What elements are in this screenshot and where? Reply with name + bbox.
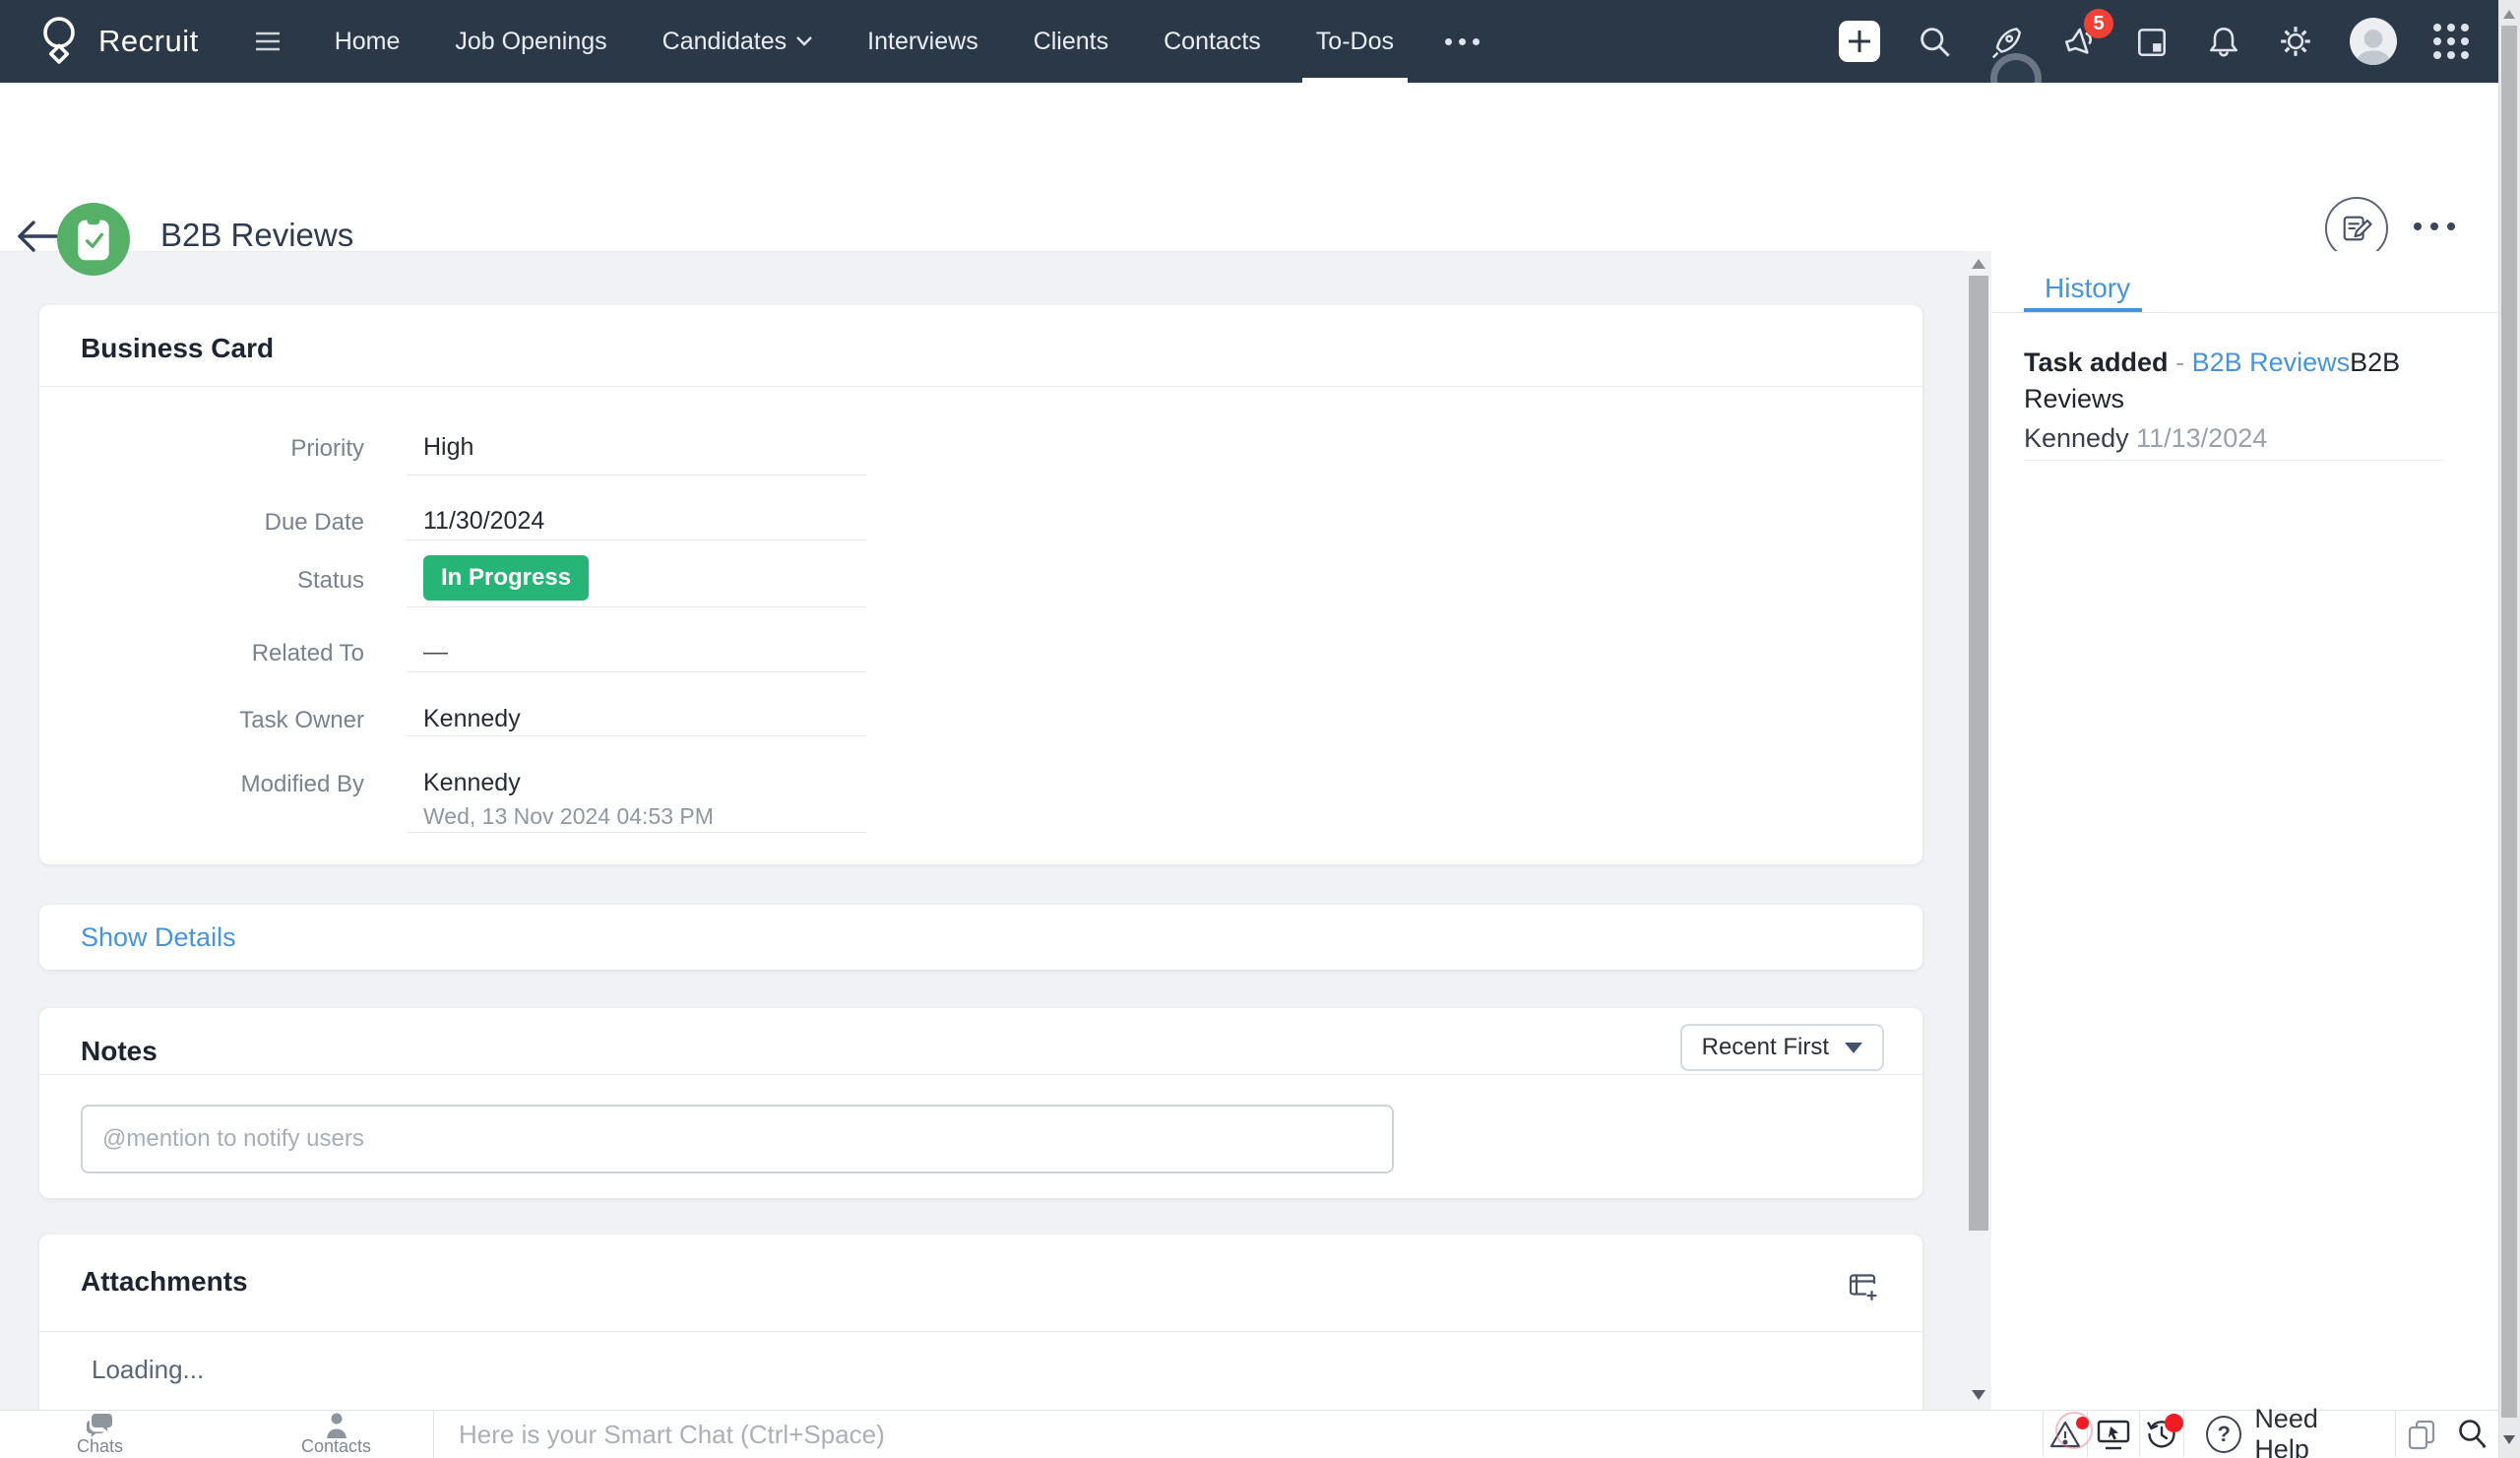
nav-item-todos[interactable]: To-Dos — [1289, 0, 1421, 83]
section-title: Notes — [81, 1036, 158, 1066]
page-scrollbar-thumb[interactable] — [2501, 26, 2517, 1418]
page-scroll-down-arrow[interactable] — [2503, 1435, 2515, 1444]
record-more-actions-icon[interactable] — [2414, 222, 2455, 230]
status-badge[interactable]: In Progress — [423, 555, 590, 601]
page-scroll-up-arrow[interactable] — [2503, 10, 2515, 19]
tab-history[interactable]: History — [2045, 273, 2130, 304]
smart-chat-bar: Chats Contacts Here is your Smart Chat (… — [0, 1404, 2498, 1458]
chevron-down-icon — [1845, 1042, 1862, 1053]
screen-share-icon[interactable] — [2088, 1411, 2139, 1457]
field-value-modified-by[interactable]: Kennedy — [423, 769, 521, 797]
field-value-priority[interactable]: High — [423, 433, 473, 462]
nav-item-candidates[interactable]: Candidates — [635, 0, 840, 83]
sort-selected-value: Recent First — [1701, 1034, 1829, 1060]
main-menu: Home Job Openings Candidates Interviews … — [307, 0, 1503, 83]
smart-chat-input[interactable] — [457, 1411, 1996, 1458]
history-date: 11/13/2024 — [2136, 423, 2268, 453]
copy-pages-icon[interactable] — [2396, 1411, 2447, 1457]
notification-count-badge: 5 — [2084, 9, 2113, 38]
apps-grid-icon[interactable] — [2433, 24, 2469, 59]
attach-file-icon[interactable] — [1847, 1270, 1878, 1301]
contact-person-icon — [325, 1413, 348, 1438]
question-mark-icon: ? — [2206, 1415, 2242, 1453]
user-avatar[interactable] — [2350, 18, 2397, 65]
scroll-up-arrow[interactable] — [1972, 259, 1985, 269]
section-title: Attachments — [81, 1266, 248, 1297]
history-entry: Task added - B2B ReviewsB2B Reviews Kenn… — [2024, 348, 2401, 453]
attachments-loading-status: Loading... — [92, 1355, 205, 1384]
zoom-search-icon[interactable] — [2447, 1411, 2498, 1457]
bell-icon[interactable] — [2206, 24, 2241, 59]
history-action: Task added — [2024, 348, 2169, 377]
need-help-button[interactable]: ? Need Help — [2184, 1404, 2394, 1458]
nav-item-contacts[interactable]: Contacts — [1136, 0, 1289, 83]
bottombar-divider — [433, 1411, 434, 1458]
history-red-dot — [2165, 1414, 2184, 1432]
field-label-priority: Priority — [290, 435, 364, 462]
field-label-status: Status — [296, 567, 364, 594]
note-mention-input[interactable] — [81, 1105, 1394, 1173]
notes-sort-dropdown[interactable]: Recent First — [1679, 1024, 1884, 1071]
record-detail-scroll-area: Business Card Priority High Due Date 11/… — [0, 251, 1965, 1410]
chevron-down-icon — [796, 36, 813, 46]
section-title: Business Card — [81, 333, 275, 363]
rocket-icon[interactable] — [1988, 24, 2024, 59]
notes-section: Notes Recent First — [39, 1008, 1922, 1198]
zoho-recruit-todo-detail: Recruit Home Job Openings Candidates Int… — [0, 0, 2520, 1458]
search-icon[interactable] — [1917, 24, 1952, 59]
contacts-button[interactable]: Contacts — [301, 1413, 371, 1457]
nav-item-home[interactable]: Home — [307, 0, 428, 83]
hamburger-menu-icon[interactable] — [254, 31, 282, 52]
attachments-section: Attachments Loading... — [39, 1235, 1922, 1410]
recent-history-icon[interactable] — [2140, 1411, 2184, 1457]
record-header: B2B Reviews — [0, 83, 2498, 276]
content-scrollbar-thumb[interactable] — [1969, 276, 1988, 1231]
navbar-actions: 5 — [1839, 9, 2469, 65]
page-title: B2B Reviews — [160, 217, 354, 253]
scroll-down-arrow[interactable] — [1972, 1390, 1985, 1400]
history-record-link[interactable]: B2B Reviews — [2192, 348, 2351, 377]
show-details-section: Show Details — [39, 905, 1922, 970]
alerts-icon[interactable] — [2044, 1411, 2093, 1457]
field-label-task-owner: Task Owner — [239, 707, 364, 733]
nav-item-interviews[interactable]: Interviews — [840, 0, 1006, 83]
business-card-section: Business Card Priority High Due Date 11/… — [39, 305, 1922, 864]
history-panel: History Task added - B2B ReviewsB2B Revi… — [1991, 251, 2498, 1410]
settings-gear-icon[interactable] — [2278, 24, 2313, 59]
chat-bubbles-icon — [86, 1413, 115, 1438]
history-user: Kennedy — [2024, 423, 2129, 453]
field-value-task-owner[interactable]: Kennedy — [423, 705, 521, 733]
field-value-related-to[interactable]: — — [423, 638, 448, 666]
nav-item-job-openings[interactable]: Job Openings — [427, 0, 634, 83]
calendar-icon[interactable] — [2134, 24, 2170, 59]
chats-button[interactable]: Chats — [77, 1413, 123, 1457]
quick-add-button[interactable] — [1839, 21, 1880, 62]
history-entry-divider — [2024, 460, 2442, 461]
field-value-due-date[interactable]: 11/30/2024 — [423, 507, 544, 536]
field-label-modified-by: Modified By — [240, 771, 364, 797]
announcement-icon[interactable]: 5 — [2060, 9, 2113, 60]
back-arrow-icon[interactable] — [16, 219, 61, 254]
field-label-due-date: Due Date — [264, 509, 364, 536]
recruit-logo-icon — [33, 14, 85, 69]
top-navbar: Recruit Home Job Openings Candidates Int… — [0, 0, 2498, 83]
bottombar-utilities: ? Need Help — [2043, 1404, 2498, 1458]
nav-item-clients[interactable]: Clients — [1006, 0, 1136, 83]
more-modules-icon[interactable] — [1421, 37, 1503, 45]
brand-logo[interactable]: Recruit — [33, 14, 199, 69]
show-details-link[interactable]: Show Details — [81, 905, 236, 970]
field-label-related-to: Related To — [251, 640, 364, 666]
field-modified-timestamp: Wed, 13 Nov 2024 04:53 PM — [423, 803, 714, 829]
brand-name: Recruit — [98, 24, 199, 58]
